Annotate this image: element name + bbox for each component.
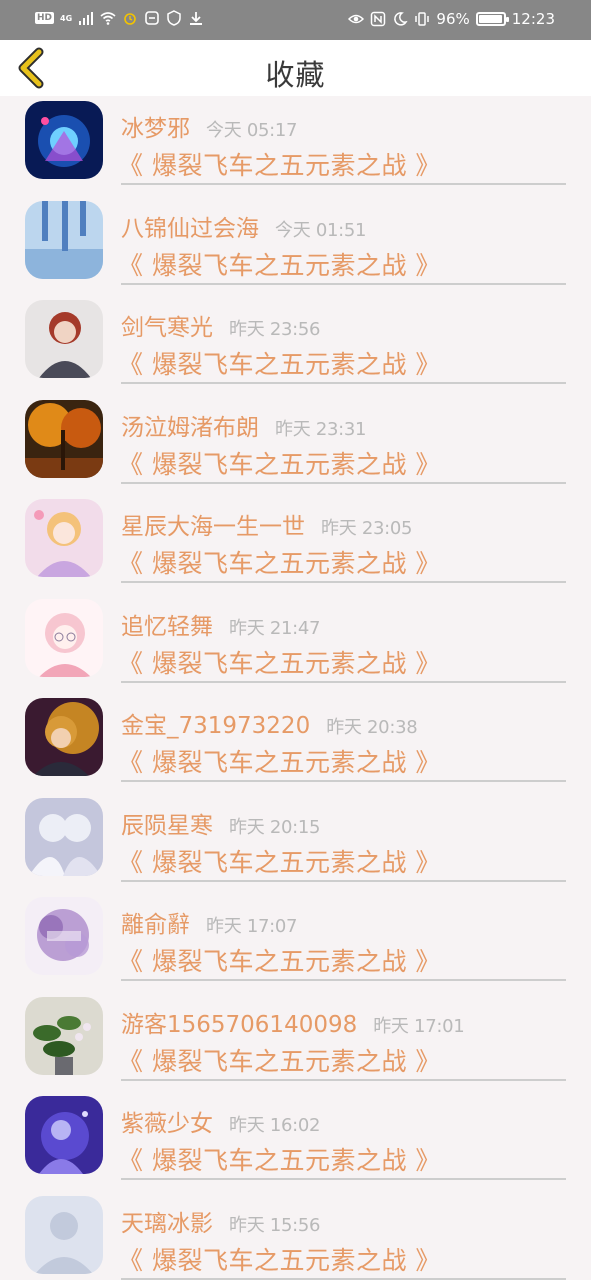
user-name: 游客1565706140098 <box>121 1011 358 1038</box>
timestamp: 昨天 23:05 <box>321 518 413 539</box>
battery-icon <box>475 12 509 26</box>
hd-badge: HD <box>35 12 55 24</box>
novel-title[interactable]: 《 爆裂飞车之五元素之战 》 <box>118 843 441 879</box>
novel-title[interactable]: 《 爆裂飞车之五元素之战 》 <box>118 1042 441 1078</box>
divider <box>121 382 566 384</box>
list-item[interactable]: 辰陨星寒 昨天 20:15 《 爆裂飞车之五元素之战 》 <box>0 793 591 893</box>
list-item[interactable]: 紫薇少女 昨天 16:02 《 爆裂飞车之五元素之战 》 <box>0 1091 591 1191</box>
divider <box>121 1178 566 1180</box>
novel-title[interactable]: 《 爆裂飞车之五元素之战 》 <box>118 345 441 381</box>
page-title: 收藏 <box>265 58 326 92</box>
divider <box>121 879 566 882</box>
timestamp: 昨天 23:31 <box>275 418 367 440</box>
list-item[interactable]: 八锦仙过会海 今天 01:51 《 爆裂飞车之五元素之战 》 <box>0 196 591 296</box>
user-name: 剑气寒光 <box>121 315 213 341</box>
list-item[interactable]: 游客1565706140098 昨天 17:01 《 爆裂飞车之五元素之战 》 <box>0 992 591 1092</box>
divider <box>121 1277 566 1280</box>
avatar[interactable] <box>25 1195 103 1274</box>
favorites-list: 冰梦邪 今天 05:17 《 爆裂飞车之五元素之战 》 八锦仙过会海 今天 01… <box>0 96 591 1280</box>
status-bar: HD 4G 96% 12:23 <box>0 0 591 40</box>
avatar[interactable] <box>25 698 103 776</box>
timestamp: 昨天 21:47 <box>229 617 321 639</box>
user-name: 離俞辭 <box>121 912 190 938</box>
moon-icon <box>394 12 409 26</box>
novel-title[interactable]: 《 爆裂飞车之五元素之战 》 <box>118 246 441 282</box>
navigation-bar: 收藏 <box>0 40 591 96</box>
novel-title[interactable]: 《 爆裂飞车之五元素之战 》 <box>118 743 441 779</box>
user-name: 辰陨星寒 <box>121 812 213 839</box>
network-type: 4G <box>60 13 73 23</box>
novel-title[interactable]: 《 爆裂飞车之五元素之战 》 <box>118 445 441 481</box>
avatar[interactable] <box>25 797 103 876</box>
user-name: 汤泣姆渚布朗 <box>121 414 259 441</box>
list-item[interactable]: 汤泣姆渚布朗 昨天 23:31 《 爆裂飞车之五元素之战 》 <box>0 395 591 495</box>
battery-percent: 96% <box>436 10 470 28</box>
divider <box>121 481 566 484</box>
nfc-icon <box>371 11 386 27</box>
avatar[interactable] <box>25 598 103 677</box>
timestamp: 昨天 17:01 <box>373 1015 465 1037</box>
list-item[interactable]: 追忆轻舞 昨天 21:47 《 爆裂飞车之五元素之战 》 <box>0 594 591 694</box>
novel-title[interactable]: 《 爆裂飞车之五元素之战 》 <box>118 146 441 182</box>
download-icon <box>190 12 203 25</box>
avatar[interactable] <box>25 499 103 577</box>
shield-notification-icon <box>167 10 181 26</box>
alarm-notification-icon <box>124 13 136 25</box>
default-avatar-icon <box>25 1195 103 1274</box>
timestamp: 昨天 16:02 <box>229 1115 321 1136</box>
timestamp: 今天 01:51 <box>275 219 367 241</box>
user-name: 追忆轻舞 <box>121 613 213 640</box>
list-item[interactable]: 冰梦邪 今天 05:17 《 爆裂飞车之五元素之战 》 <box>0 96 591 196</box>
novel-title[interactable]: 《 爆裂飞车之五元素之战 》 <box>118 942 441 978</box>
avatar[interactable] <box>25 897 103 975</box>
user-name: 天璃冰影 <box>121 1210 213 1237</box>
signal-icon <box>79 12 94 25</box>
divider <box>121 282 566 285</box>
user-name: 紫薇少女 <box>121 1111 213 1137</box>
list-item[interactable]: 金宝_731973220 昨天 20:38 《 爆裂飞车之五元素之战 》 <box>0 693 591 793</box>
novel-title[interactable]: 《 爆裂飞车之五元素之战 》 <box>118 1141 441 1177</box>
avatar[interactable] <box>25 200 103 279</box>
wifi-icon <box>100 12 116 25</box>
user-name: 星辰大海一生一世 <box>121 514 305 540</box>
user-name: 冰梦邪 <box>121 116 190 142</box>
avatar[interactable] <box>25 1096 103 1174</box>
novel-title[interactable]: 《 爆裂飞车之五元素之战 》 <box>118 544 441 580</box>
eye-icon <box>348 14 365 24</box>
avatar[interactable] <box>25 300 103 378</box>
timestamp: 昨天 15:56 <box>229 1214 321 1236</box>
divider <box>121 680 566 683</box>
battery-level-fill <box>478 15 502 23</box>
clock: 12:23 <box>511 10 555 28</box>
novel-title[interactable]: 《 爆裂飞车之五元素之战 》 <box>118 644 441 680</box>
list-item[interactable]: 剑气寒光 昨天 23:56 《 爆裂飞车之五元素之战 》 <box>0 295 591 395</box>
app-notification-icon <box>145 11 159 25</box>
status-right-icons: 96% 12:23 <box>348 10 555 28</box>
user-name: 金宝_731973220 <box>121 713 311 739</box>
timestamp: 昨天 20:15 <box>229 816 321 838</box>
timestamp: 昨天 23:56 <box>229 319 321 340</box>
divider <box>121 979 566 981</box>
divider <box>121 581 566 583</box>
divider <box>121 183 566 185</box>
list-item[interactable]: 離俞辭 昨天 17:07 《 爆裂飞车之五元素之战 》 <box>0 892 591 992</box>
avatar[interactable] <box>25 996 103 1075</box>
list-item[interactable]: 天璃冰影 昨天 15:56 《 爆裂飞车之五元素之战 》 <box>0 1191 591 1280</box>
avatar[interactable] <box>25 399 103 478</box>
divider <box>121 1078 566 1081</box>
novel-title[interactable]: 《 爆裂飞车之五元素之战 》 <box>118 1241 441 1277</box>
avatar[interactable] <box>25 101 103 179</box>
status-left-icons: HD 4G <box>35 10 204 26</box>
vibrate-icon <box>415 12 430 26</box>
timestamp: 昨天 17:07 <box>206 916 298 937</box>
timestamp: 昨天 20:38 <box>326 717 418 738</box>
user-name: 八锦仙过会海 <box>121 215 259 242</box>
divider <box>121 780 566 782</box>
list-item[interactable]: 星辰大海一生一世 昨天 23:05 《 爆裂飞车之五元素之战 》 <box>0 494 591 594</box>
timestamp: 今天 05:17 <box>206 120 298 141</box>
